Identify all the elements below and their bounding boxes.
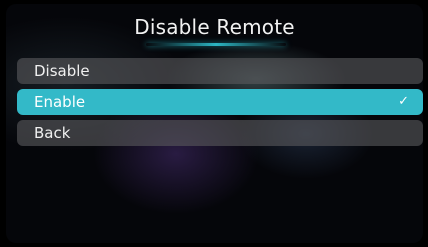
menu-list: Disable Enable ✓ Back <box>17 58 423 151</box>
screen: Disable Remote Disable Enable ✓ Back <box>0 0 428 247</box>
menu-item-back[interactable]: Back <box>17 120 423 146</box>
menu-item-label: Disable <box>34 62 90 80</box>
check-icon: ✓ <box>398 94 409 109</box>
menu-item-disable[interactable]: Disable <box>17 58 423 84</box>
title-underline <box>146 43 286 46</box>
header: Disable Remote <box>6 4 423 56</box>
page-title: Disable Remote <box>134 15 295 39</box>
menu-item-label: Enable <box>34 93 86 111</box>
menu-item-label: Back <box>34 124 71 142</box>
menu-item-enable[interactable]: Enable ✓ <box>17 89 423 115</box>
menu-panel: Disable Remote Disable Enable ✓ Back <box>6 4 423 243</box>
